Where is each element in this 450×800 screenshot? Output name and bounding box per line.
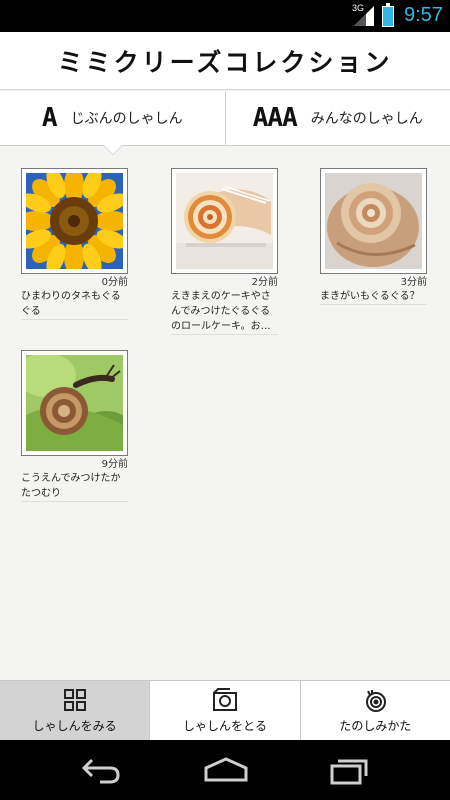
tab-label: みんなのしゃしん bbox=[310, 111, 423, 127]
photo-tabs: A じぶんのしゃしん AAA みんなのしゃしん bbox=[0, 91, 450, 146]
post-caption: ひまわりのタネもぐるぐる bbox=[21, 291, 121, 317]
app-title: ミミクリーズコレクション bbox=[57, 47, 393, 77]
photo-frame[interactable] bbox=[320, 168, 427, 274]
divider bbox=[171, 334, 278, 335]
post-time: 9分前 bbox=[101, 459, 128, 470]
post-caption: こうえんでみつけたかたつむり bbox=[21, 473, 121, 499]
bottom-tab-bar: しゃしんをみる しゃしんをとる たのしみかた bbox=[0, 680, 450, 740]
tab-take-photo[interactable]: しゃしんをとる bbox=[149, 681, 299, 740]
snail-photo bbox=[26, 355, 123, 451]
battery-icon bbox=[382, 3, 394, 27]
seashell-photo bbox=[325, 173, 422, 269]
photo-grid: 0分前 ひまわりのタネもぐるぐる 2分前 えきまえのケーキやさんでみつけたぐるぐ… bbox=[0, 150, 450, 680]
recent-apps-icon[interactable] bbox=[328, 756, 374, 786]
photo-frame[interactable] bbox=[21, 168, 128, 274]
bottom-tab-label: たのしみかた bbox=[339, 719, 412, 733]
status-bar: 3G 9:57 bbox=[0, 0, 450, 32]
bottom-tab-label: しゃしんをとる bbox=[182, 719, 267, 733]
post-time: 0分前 bbox=[101, 277, 128, 288]
photo-card[interactable]: 9分前 こうえんでみつけたかたつむり bbox=[21, 350, 128, 502]
clock: 9:57 bbox=[404, 4, 443, 26]
photo-card[interactable]: 3分前 まきがいもぐるぐる？ bbox=[320, 168, 427, 305]
tab-view-photos[interactable]: しゃしんをみる bbox=[0, 681, 150, 740]
app-bar: ミミクリーズコレクション bbox=[0, 32, 450, 90]
divider bbox=[21, 501, 128, 502]
divider bbox=[320, 304, 427, 305]
photo-frame[interactable] bbox=[171, 168, 278, 274]
tab-label: じぶんのしゃしん bbox=[70, 111, 183, 127]
photo-card[interactable]: 2分前 えきまえのケーキやさんでみつけたぐるぐるのロールケーキ。お… bbox=[171, 168, 278, 335]
grid-icon bbox=[63, 689, 86, 711]
roll-cake-photo bbox=[176, 173, 273, 269]
system-nav-bar bbox=[0, 740, 450, 800]
home-icon[interactable] bbox=[202, 756, 250, 784]
tab-everyone-photos[interactable]: AAA みんなのしゃしん bbox=[224, 91, 450, 145]
sunflower-photo bbox=[26, 173, 123, 269]
post-caption: えきまえのケーキやさんでみつけたぐるぐるのロールケーキ。お… bbox=[171, 291, 271, 332]
post-time: 2分前 bbox=[251, 277, 278, 288]
post-caption: まきがいもぐるぐる？ bbox=[320, 291, 420, 302]
divider bbox=[21, 319, 128, 320]
tab-my-photos[interactable]: A じぶんのしゃしん bbox=[0, 91, 225, 145]
post-time: 3分前 bbox=[400, 277, 427, 288]
single-user-icon: A bbox=[41, 103, 58, 133]
group-icon: AAA bbox=[252, 103, 298, 133]
photo-card[interactable]: 0分前 ひまわりのタネもぐるぐる bbox=[21, 168, 128, 320]
back-icon[interactable] bbox=[80, 756, 122, 784]
camera-icon bbox=[212, 688, 237, 711]
signal-icon bbox=[354, 6, 374, 26]
tab-how-to-enjoy[interactable]: たのしみかた bbox=[299, 681, 450, 740]
bottom-tab-label: しゃしんをみる bbox=[32, 719, 117, 733]
photo-frame[interactable] bbox=[21, 350, 128, 456]
snail-icon bbox=[366, 690, 387, 712]
